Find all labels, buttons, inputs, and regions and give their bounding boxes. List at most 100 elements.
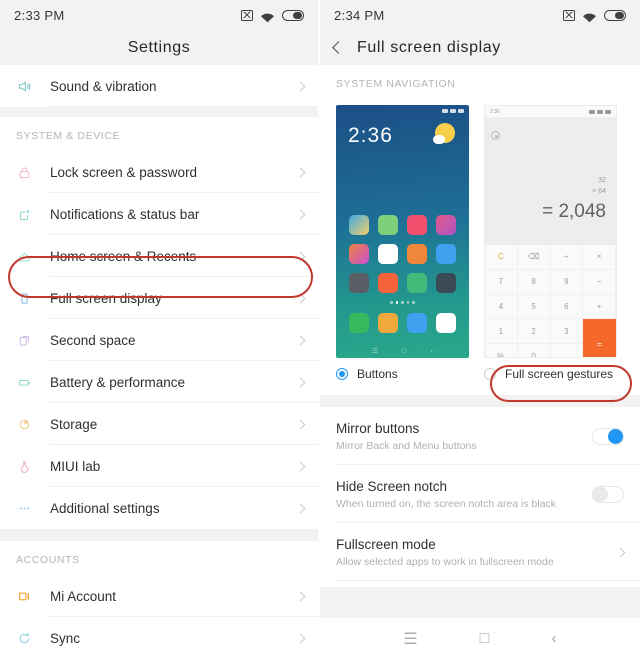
settings-row-second-space[interactable]: Second space [0, 319, 318, 361]
sync-icon [16, 630, 50, 647]
battery-icon [458, 108, 464, 113]
setting-row-hide-screen-notch[interactable]: Hide Screen notch When turned on, the sc… [320, 465, 640, 523]
home-icon[interactable]: □ [480, 630, 490, 648]
chevron-right-icon [295, 81, 306, 91]
radio-option-buttons[interactable]: Buttons [336, 367, 484, 381]
browser-app-icon [406, 313, 427, 333]
app-icon [349, 244, 370, 264]
page-dot [395, 301, 399, 304]
settings-row-label: Battery & performance [50, 374, 186, 390]
list-gap [0, 529, 318, 541]
chevron-right-icon [295, 209, 306, 219]
navigation-previews: 2:36 ☰ □ ‹ 2:36 32 × 64 = 2,048 C ⌫ ÷ × … [320, 99, 640, 358]
chevron-right-icon [295, 335, 306, 345]
status-icons [563, 9, 626, 22]
calculator-key[interactable]: % [485, 344, 518, 357]
settings-row-full-screen-display[interactable]: Full screen display [0, 277, 318, 319]
calculator-key[interactable]: × [583, 245, 616, 270]
calculator-key[interactable]: 0 [517, 344, 551, 357]
chevron-right-icon [295, 419, 306, 429]
fullscreen-icon [16, 290, 50, 307]
settings-row-label: MIUI lab [50, 458, 101, 474]
settings-row-notifications[interactable]: Notifications & status bar [0, 193, 318, 235]
battery-icon [282, 9, 304, 21]
settings-row-battery-performance[interactable]: Battery & performance [0, 361, 318, 403]
wifi-icon [260, 10, 275, 22]
preview-gestures-navigation[interactable]: 2:36 32 × 6 4 = 2,048 C ⌫ ÷ × 7 8 9 − 4 5… [484, 105, 617, 358]
chevron-right-icon [295, 167, 306, 177]
status-icons [241, 9, 304, 22]
calculator-key[interactable]: 7 [485, 269, 518, 295]
back-icon[interactable]: ‹ [551, 630, 556, 648]
home-icon [16, 248, 50, 265]
settings-row-home-screen[interactable]: Home screen & Recents [0, 235, 318, 277]
calculator-key[interactable]: 9 [550, 269, 584, 295]
setting-row-fullscreen-mode[interactable]: Fullscreen mode Allow selected apps to w… [320, 523, 640, 581]
radio-buttons-indicator[interactable] [336, 368, 348, 380]
full-screen-display-screen: 2:34 PM Full screen display SYSTEM NAVIG… [320, 0, 640, 659]
calculator-key[interactable]: − [583, 269, 616, 295]
app-icon [406, 215, 427, 235]
page-dot [401, 301, 404, 304]
calculator-key[interactable]: 1 [485, 319, 518, 345]
status-time: 2:34 PM [334, 7, 385, 23]
home-icon: □ [402, 347, 407, 355]
calculator-key[interactable]: 5 [517, 294, 551, 320]
section-gap [320, 395, 640, 407]
camera-app-icon [435, 313, 456, 333]
setting-row-mirror-buttons[interactable]: Mirror buttons Mirror Back and Menu butt… [320, 407, 640, 465]
preview-status-icons [442, 108, 464, 113]
app-icon [435, 273, 456, 293]
settings-row-storage[interactable]: Storage [0, 403, 318, 445]
settings-row-sound-vibration[interactable]: Sound & vibration [0, 65, 318, 107]
page-indicator-dots [336, 301, 469, 304]
calculator-key[interactable]: 6 [550, 294, 584, 320]
calculator-key[interactable]: . [550, 344, 584, 357]
settings-row-sync[interactable]: Sync [0, 617, 318, 659]
app-icon [349, 273, 370, 293]
calculator-key-equals[interactable]: = [583, 319, 616, 357]
mirror-buttons-toggle[interactable] [592, 427, 624, 445]
calculator-key[interactable]: C [485, 245, 518, 270]
preview-status-time: 2:36 [490, 108, 500, 115]
settings-row-mi-account[interactable]: Mi Account [0, 575, 318, 617]
preview-app-grid [336, 215, 469, 293]
calculator-key[interactable]: ⌫ [517, 245, 551, 270]
settings-row-lock-screen[interactable]: Lock screen & password [0, 151, 318, 193]
wifi-icon [442, 108, 448, 113]
radio-gestures-indicator[interactable] [484, 368, 496, 380]
battery-icon [605, 109, 611, 114]
calculator-key[interactable]: ÷ [550, 245, 584, 270]
list-gap [0, 107, 318, 117]
status-bar-left: 2:33 PM [0, 0, 318, 30]
sound-icon [16, 78, 50, 95]
battery-perf-icon [16, 374, 50, 391]
chevron-left-icon[interactable] [332, 41, 345, 54]
preview-navigation-bar: ☰ □ ‹ [336, 347, 469, 356]
calculator-key[interactable]: + [583, 294, 616, 320]
notifications-icon [16, 206, 50, 223]
chevron-right-icon [615, 547, 626, 557]
lock-icon [16, 164, 50, 181]
calculator-key[interactable]: 4 [485, 294, 518, 320]
menu-icon[interactable]: ☰ [403, 629, 417, 649]
calculator-result: = 2,048 [542, 201, 606, 222]
settings-row-label: Mi Account [50, 588, 117, 604]
signal-icon [450, 108, 456, 113]
hide-screen-notch-toggle[interactable] [592, 485, 624, 503]
calculator-key[interactable]: 8 [517, 269, 551, 295]
settings-row-miui-lab[interactable]: MIUI lab [0, 445, 318, 487]
preview-buttons-navigation[interactable]: 2:36 ☰ □ ‹ [336, 105, 469, 358]
bottom-filler [320, 587, 640, 617]
chevron-right-icon [295, 293, 306, 303]
status-time: 2:33 PM [14, 7, 65, 23]
sun-cloud-icon [433, 123, 455, 144]
settings-title-bar: Settings [0, 30, 318, 65]
setting-text: Mirror buttons Mirror Back and Menu butt… [336, 421, 592, 452]
second-space-icon [16, 332, 50, 349]
chevron-right-icon [295, 591, 306, 601]
calculator-key[interactable]: 3 [550, 319, 584, 345]
calculator-key[interactable]: 2 [517, 319, 551, 345]
settings-row-additional-settings[interactable]: Additional settings [0, 487, 318, 529]
radio-option-full-screen-gestures[interactable]: Full screen gestures [484, 367, 613, 381]
